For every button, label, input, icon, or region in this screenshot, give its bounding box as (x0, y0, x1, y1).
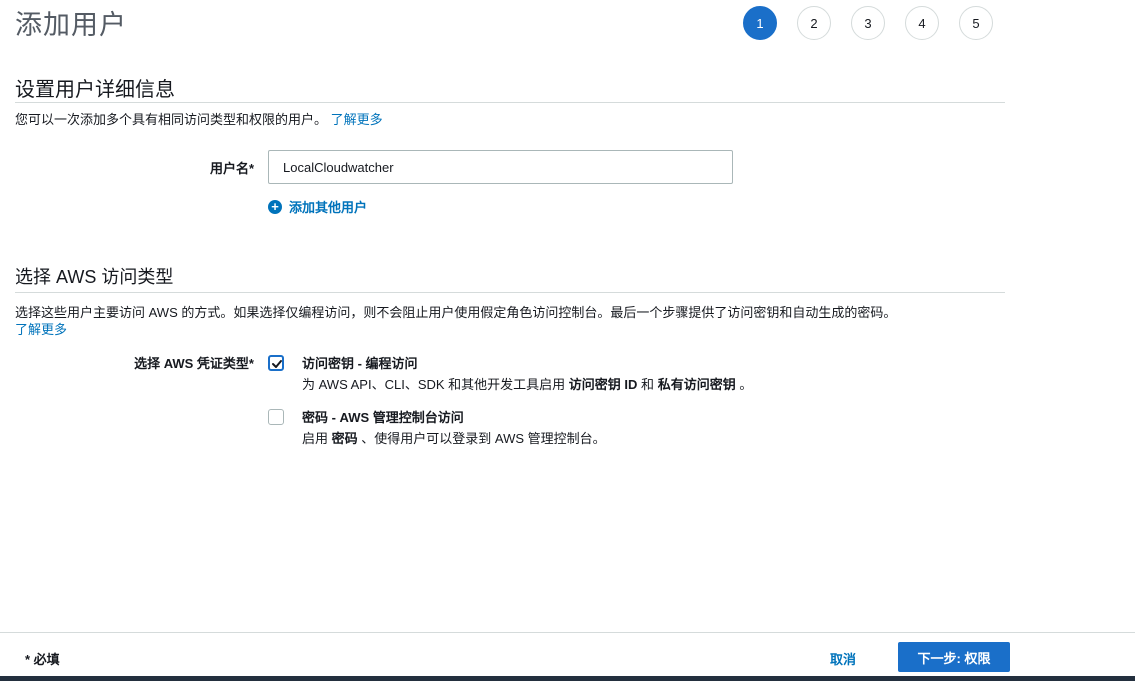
section-desc-text: 选择这些用户主要访问 AWS 的方式。如果选择仅编程访问，则不会阻止用户使用假定… (15, 305, 897, 320)
add-other-user-label: 添加其他用户 (289, 200, 368, 215)
step-3[interactable]: 3 (851, 6, 885, 40)
desc-text: 和 (641, 377, 655, 392)
footer-bar (0, 676, 1135, 681)
section-title-access-type: 选择 AWS 访问类型 (15, 267, 174, 287)
step-1[interactable]: 1 (743, 6, 777, 40)
access-key-checkbox[interactable] (268, 355, 284, 371)
learn-more-link[interactable]: 了解更多 (331, 112, 383, 127)
desc-text: 启用 (302, 431, 329, 446)
step-5[interactable]: 5 (959, 6, 993, 40)
section-desc-user-details: 您可以一次添加多个具有相同访问类型和权限的用户。 了解更多 (15, 111, 383, 128)
plus-circle-icon: + (268, 199, 282, 214)
username-input[interactable] (268, 150, 733, 184)
username-label: 用户名* (209, 161, 254, 176)
desc-text: 。 (739, 377, 753, 392)
section-divider (15, 102, 1005, 103)
required-note: * 必填 (25, 652, 60, 667)
desc-bold: 访问密钥 ID (568, 377, 638, 392)
checkmark-icon (272, 360, 282, 368)
password-option-desc: 启用 密码 、使得用户可以登录到 AWS 管理控制台。 (302, 428, 606, 447)
step-2[interactable]: 2 (797, 6, 831, 40)
footer-divider (0, 632, 1135, 633)
add-other-user-button[interactable]: + 添加其他用户 (268, 197, 367, 216)
password-option-title: 密码 - AWS 管理控制台访问 (302, 410, 464, 425)
access-key-option-desc: 为 AWS API、CLI、SDK 和其他开发工具启用 访问密钥 ID 和 私有… (302, 374, 752, 393)
cancel-button[interactable]: 取消 (830, 649, 856, 668)
section-desc-text: 您可以一次添加多个具有相同访问类型和权限的用户。 (15, 112, 328, 127)
desc-bold: 私有访问密钥 (657, 377, 736, 392)
section-desc-access-type: 选择这些用户主要访问 AWS 的方式。如果选择仅编程访问，则不会阻止用户使用假定… (15, 304, 1015, 338)
password-checkbox[interactable] (268, 409, 284, 425)
desc-bold: 密码 (331, 431, 358, 446)
step-indicator: 1 2 3 4 5 (743, 6, 993, 40)
desc-text: 为 AWS API、CLI、SDK 和其他开发工具启用 (302, 377, 566, 392)
next-permissions-button[interactable]: 下一步: 权限 (898, 642, 1010, 672)
section-divider (15, 292, 1005, 293)
credential-type-label: 选择 AWS 凭证类型* (134, 356, 254, 371)
page-title: 添加用户 (15, 10, 127, 40)
learn-more-link[interactable]: 了解更多 (15, 322, 67, 337)
access-key-option-title: 访问密钥 - 编程访问 (302, 356, 418, 371)
step-4[interactable]: 4 (905, 6, 939, 40)
section-title-user-details: 设置用户详细信息 (15, 79, 175, 101)
desc-text: 、使得用户可以登录到 AWS 管理控制台。 (361, 431, 606, 446)
